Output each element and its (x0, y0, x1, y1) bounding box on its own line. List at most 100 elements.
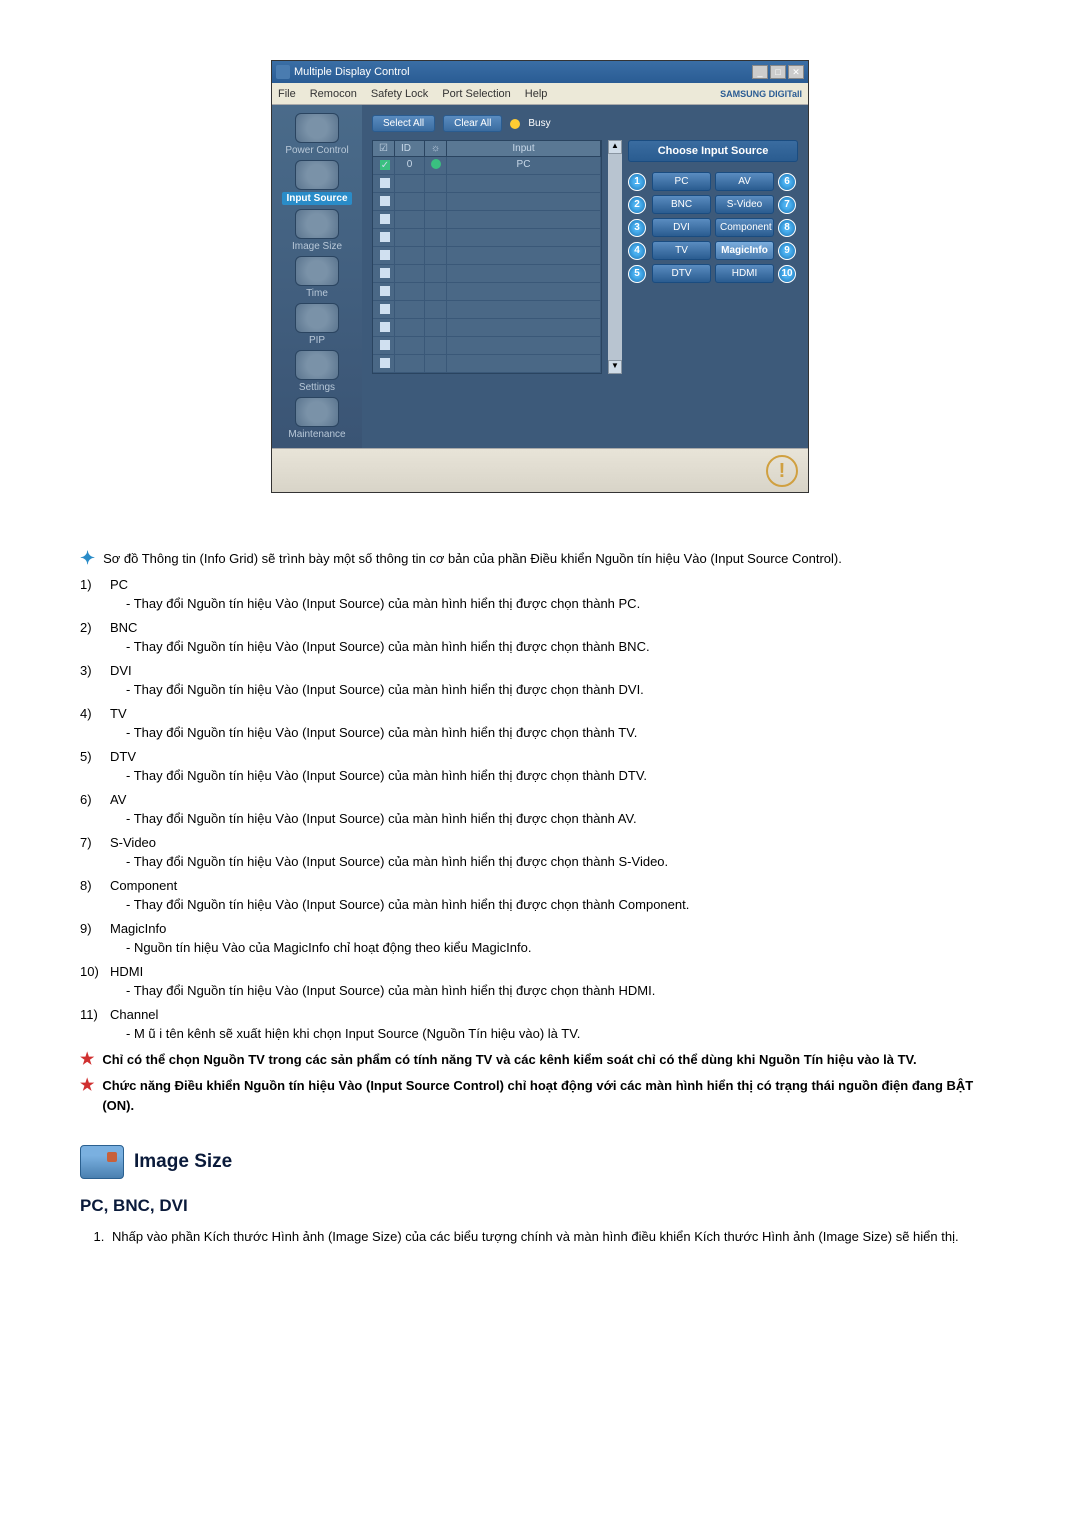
item-title: TV (110, 704, 1000, 724)
row-checkbox[interactable] (373, 193, 395, 210)
image-size-icon (295, 209, 339, 239)
source-panel-header: Choose Input Source (628, 140, 798, 162)
table-row[interactable] (373, 355, 601, 373)
list-item: 1)PC- Thay đổi Nguồn tín hiệu Vào (Input… (80, 575, 1000, 614)
document-content: ✦ Sơ đồ Thông tin (Info Grid) sẽ trình b… (80, 533, 1000, 1256)
row-checkbox[interactable] (373, 283, 395, 300)
row-checkbox[interactable] (373, 265, 395, 282)
table-row[interactable] (373, 337, 601, 355)
close-button[interactable]: ✕ (788, 65, 804, 79)
scroll-down-button[interactable]: ▼ (608, 360, 622, 374)
number-badge: 7 (778, 196, 796, 214)
menu-port-selection[interactable]: Port Selection (442, 88, 510, 100)
source-button-dtv[interactable]: DTV (652, 264, 711, 283)
sidebar-item-label: Power Control (285, 145, 348, 156)
list-item: 5)DTV- Thay đổi Nguồn tín hiệu Vào (Inpu… (80, 747, 1000, 786)
select-all-button[interactable]: Select All (372, 115, 435, 132)
sidebar-item-maintenance[interactable]: Maintenance (276, 397, 358, 440)
row-id (395, 211, 425, 228)
source-button-tv[interactable]: TV (652, 241, 711, 260)
item-title: HDMI (110, 962, 1000, 982)
row-input (447, 319, 601, 336)
row-checkbox[interactable] (373, 211, 395, 228)
menu-file[interactable]: File (278, 88, 296, 100)
item-description: - Thay đổi Nguồn tín hiệu Vào (Input Sou… (126, 981, 1000, 1001)
table-row[interactable] (373, 175, 601, 193)
item-description: - M ũ i tên kênh sẽ xuất hiện khi chọn I… (126, 1024, 1000, 1044)
item-number: 9) (80, 919, 102, 958)
table-row[interactable] (373, 319, 601, 337)
table-row[interactable] (373, 229, 601, 247)
item-description: - Nguồn tín hiệu Vào của MagicInfo chỉ h… (126, 938, 1000, 958)
row-checkbox[interactable] (373, 337, 395, 354)
table-row[interactable]: ✓0PC (373, 157, 601, 175)
sidebar-item-label: Input Source (282, 192, 351, 205)
item-title: PC (110, 575, 1000, 595)
sidebar: Power Control Input Source Image Size Ti… (272, 105, 362, 448)
table-row[interactable] (373, 211, 601, 229)
menu-safety-lock[interactable]: Safety Lock (371, 88, 428, 100)
sidebar-item-time[interactable]: Time (276, 256, 358, 299)
row-checkbox[interactable] (373, 247, 395, 264)
list-item: 8)Component- Thay đổi Nguồn tín hiệu Vào… (80, 876, 1000, 915)
source-button-magicinfo[interactable]: MagicInfo (715, 241, 774, 260)
table-row[interactable] (373, 193, 601, 211)
scrollbar[interactable]: ▲ ▼ (608, 140, 622, 374)
section-title: Image Size (134, 1148, 232, 1177)
menu-help[interactable]: Help (525, 88, 548, 100)
row-id (395, 265, 425, 282)
row-id (395, 337, 425, 354)
source-button-av[interactable]: AV (715, 172, 774, 191)
list-item: 6)AV- Thay đổi Nguồn tín hiệu Vào (Input… (80, 790, 1000, 829)
sidebar-item-pip[interactable]: PIP (276, 303, 358, 346)
item-number: 11) (80, 1005, 102, 1044)
row-checkbox[interactable] (373, 319, 395, 336)
grid-header: ☑ ID ☼ Input (373, 141, 601, 157)
table-row[interactable] (373, 301, 601, 319)
window-title: Multiple Display Control (294, 66, 410, 78)
note-text: Chỉ có thể chọn Nguồn TV trong các sản p… (102, 1050, 916, 1070)
row-checkbox[interactable] (373, 355, 395, 372)
item-title: S-Video (110, 833, 1000, 853)
number-badge: 3 (628, 219, 646, 237)
scroll-up-button[interactable]: ▲ (608, 140, 622, 154)
row-checkbox[interactable] (373, 301, 395, 318)
table-row[interactable] (373, 283, 601, 301)
source-button-pc[interactable]: PC (652, 172, 711, 191)
item-number: 10) (80, 962, 102, 1001)
source-button-hdmi[interactable]: HDMI (715, 264, 774, 283)
item-title: Channel (110, 1005, 1000, 1025)
pip-icon (295, 303, 339, 333)
minimize-button[interactable]: _ (752, 65, 768, 79)
item-title: DVI (110, 661, 1000, 681)
row-checkbox[interactable]: ✓ (373, 157, 395, 174)
item-number: 8) (80, 876, 102, 915)
maximize-button[interactable]: □ (770, 65, 786, 79)
source-button-component[interactable]: Component (715, 218, 774, 237)
row-id (395, 175, 425, 192)
number-badge: 2 (628, 196, 646, 214)
menu-remocon[interactable]: Remocon (310, 88, 357, 100)
clear-all-button[interactable]: Clear All (443, 115, 502, 132)
table-row[interactable] (373, 265, 601, 283)
ordered-list: Nhấp vào phần Kích thước Hình ảnh (Image… (108, 1227, 1000, 1247)
sidebar-item-input-source[interactable]: Input Source (276, 160, 358, 205)
source-button-bnc[interactable]: BNC (652, 195, 711, 214)
source-button-dvi[interactable]: DVI (652, 218, 711, 237)
titlebar: Multiple Display Control _ □ ✕ (272, 61, 808, 83)
source-button-s-video[interactable]: S-Video (715, 195, 774, 214)
toolbar: Select All Clear All Busy (372, 115, 798, 132)
row-input (447, 193, 601, 210)
row-id (395, 247, 425, 264)
row-checkbox[interactable] (373, 229, 395, 246)
item-number: 6) (80, 790, 102, 829)
row-checkbox[interactable] (373, 175, 395, 192)
table-row[interactable] (373, 247, 601, 265)
sidebar-item-settings[interactable]: Settings (276, 350, 358, 393)
app-icon (276, 65, 290, 79)
sidebar-item-power-control[interactable]: Power Control (276, 113, 358, 156)
input-icon (295, 160, 339, 190)
grid-header-check[interactable]: ☑ (373, 141, 395, 156)
row-status (425, 211, 447, 228)
sidebar-item-image-size[interactable]: Image Size (276, 209, 358, 252)
